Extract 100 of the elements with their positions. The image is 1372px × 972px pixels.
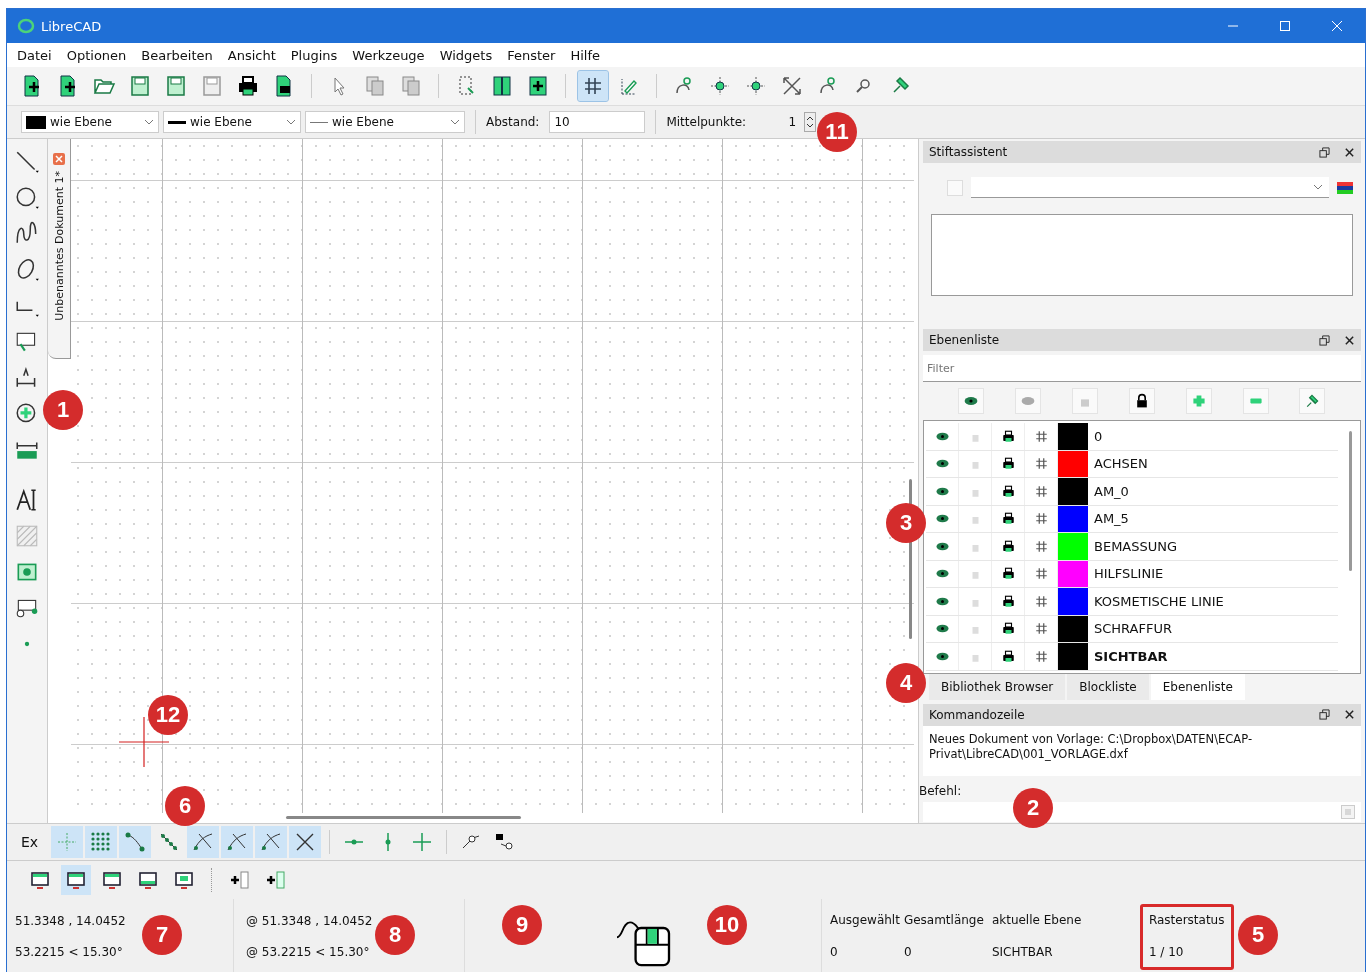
- selected-label: Ausgewählt: [830, 913, 900, 927]
- line-width-dropdown[interactable]: wie Ebene: [163, 111, 301, 133]
- hash-icon[interactable]: [1033, 593, 1049, 609]
- panel-tab[interactable]: Ebenenliste: [1150, 673, 1245, 700]
- filter-field[interactable]: Filter: [923, 355, 1361, 382]
- float-icon[interactable]: [1319, 146, 1330, 158]
- layer-name: KOSMETISCHE LINIE: [1093, 592, 1224, 611]
- hash-icon[interactable]: [1033, 621, 1049, 637]
- printer-icon[interactable]: [1000, 566, 1016, 582]
- float-icon[interactable]: [1319, 334, 1330, 346]
- wrench-icon[interactable]: [1304, 393, 1321, 409]
- chevron-down-icon[interactable]: [450, 119, 460, 125]
- grid-status-label: Rasterstatus: [1148, 913, 1225, 927]
- hash-icon[interactable]: [1033, 428, 1049, 444]
- pen-dropdown[interactable]: [971, 177, 1329, 198]
- float-icon[interactable]: [1319, 709, 1330, 720]
- distance-snap-icon[interactable]: [255, 826, 287, 858]
- edit-layer-button[interactable]: [1299, 388, 1326, 414]
- hash-icon[interactable]: [1033, 648, 1049, 664]
- spin-arrows-icon[interactable]: [804, 112, 817, 132]
- midpoints-spinbox[interactable]: 1: [784, 112, 817, 132]
- close-icon[interactable]: [1344, 146, 1355, 158]
- printer-icon[interactable]: [1000, 593, 1016, 609]
- menu-item[interactable]: Datei: [17, 47, 52, 63]
- layer-row[interactable]: BEMASSUNG: [926, 533, 1338, 561]
- hash-icon[interactable]: [1033, 511, 1049, 527]
- selected-count: 0: [830, 945, 839, 959]
- relative-polar-coordinates: @ 53.2215 < 15.30°: [246, 944, 371, 959]
- color-dropdown[interactable]: wie Ebene: [21, 111, 159, 133]
- monitor-icon[interactable]: [61, 865, 91, 895]
- layer-row[interactable]: SCHRAFFUR: [926, 615, 1338, 643]
- chevron-down-icon[interactable]: [144, 119, 154, 125]
- horizontal-scrollbar[interactable]: [286, 816, 521, 819]
- menu-item[interactable]: Hilfe: [570, 47, 600, 63]
- layer-row[interactable]: 0: [926, 423, 1338, 451]
- line-type-dropdown[interactable]: wie Ebene: [305, 111, 465, 133]
- absolute-polar-coordinates: 53.2215 < 15.30°: [15, 944, 124, 959]
- maximize-icon[interactable]: [1279, 20, 1291, 32]
- line-icon[interactable]: [14, 149, 40, 175]
- current-layer-value: SICHTBAR: [991, 945, 1054, 959]
- close-icon[interactable]: [1344, 334, 1355, 346]
- layer-row[interactable]: AM_5: [926, 505, 1338, 533]
- exclusive-snap-button[interactable]: Ex: [21, 834, 49, 850]
- hash-icon[interactable]: [1033, 483, 1049, 499]
- middle-snap-icon[interactable]: [221, 826, 253, 858]
- menu-item[interactable]: Bearbeiten: [141, 47, 213, 63]
- layer-row[interactable]: ACHSEN: [926, 450, 1338, 478]
- hash-icon[interactable]: [1033, 566, 1049, 582]
- layer-name: 0: [1093, 427, 1103, 446]
- document-tab[interactable]: Unbenanntes Dokument 1*: [48, 139, 71, 359]
- window-title: LibreCAD: [41, 18, 102, 34]
- distance-label: Abstand:: [486, 115, 540, 129]
- chevron-down-icon[interactable]: [1313, 184, 1323, 190]
- midpoints-label: Mittelpunkte:: [666, 115, 748, 129]
- menu-item[interactable]: Widgets: [439, 47, 493, 63]
- endpoint-snap-icon[interactable]: [119, 826, 151, 858]
- printer-icon[interactable]: [1000, 456, 1016, 472]
- menu-item[interactable]: Plugins: [290, 47, 338, 63]
- menu-item[interactable]: Fenster: [507, 47, 556, 63]
- pen-list[interactable]: [931, 214, 1353, 296]
- layer-name: HILFSLINIE: [1093, 565, 1164, 584]
- printer-icon[interactable]: [1000, 511, 1016, 527]
- layer-name: AM_0: [1093, 482, 1129, 501]
- close-icon[interactable]: [1344, 709, 1355, 720]
- center-snap-icon[interactable]: [187, 826, 219, 858]
- panel-tab[interactable]: Blockliste: [1067, 673, 1149, 700]
- layer-row[interactable]: KOSMETISCHE LINIE: [926, 588, 1338, 616]
- panel-tab[interactable]: Bibliothek Browser: [929, 673, 1066, 700]
- layer-name: SCHRAFFUR: [1093, 620, 1172, 639]
- grid-snap-icon[interactable]: [85, 826, 117, 858]
- lock-all-button[interactable]: [1128, 388, 1155, 414]
- grid-status-value: 1 / 10: [1148, 945, 1185, 959]
- menu-item[interactable]: Optionen: [66, 47, 127, 63]
- color-palette-icon[interactable]: [1337, 181, 1353, 194]
- grid-icon[interactable]: [578, 71, 608, 101]
- layer-row[interactable]: HILFSLINIE: [926, 560, 1338, 588]
- current-layer-label: aktuelle Ebene: [991, 913, 1083, 927]
- hash-icon[interactable]: [1033, 456, 1049, 472]
- printer-icon[interactable]: [1000, 621, 1016, 637]
- layer-row[interactable]: SICHTBAR: [926, 643, 1338, 671]
- command-prompt-label: Befehl:: [919, 783, 963, 798]
- layer-name: SICHTBAR: [1093, 647, 1168, 666]
- hash-icon[interactable]: [1033, 538, 1049, 554]
- layer-row[interactable]: AM_0: [926, 478, 1338, 506]
- printer-icon[interactable]: [1000, 538, 1016, 554]
- circle-icon[interactable]: [14, 185, 40, 211]
- intersection-snap-icon[interactable]: [289, 826, 321, 858]
- menu-item[interactable]: Ansicht: [227, 47, 276, 63]
- menu-item[interactable]: Werkzeuge: [352, 47, 425, 63]
- vertical-scrollbar[interactable]: [1349, 431, 1352, 571]
- show-all-button[interactable]: [958, 388, 985, 414]
- chevron-down-icon[interactable]: [286, 119, 296, 125]
- app-logo-icon: [17, 18, 35, 34]
- printer-icon[interactable]: [1000, 483, 1016, 499]
- printer-icon[interactable]: [1000, 648, 1016, 664]
- printer-icon[interactable]: [1000, 428, 1016, 444]
- command-field[interactable]: [923, 801, 1361, 822]
- command-output: Neues Dokument von Vorlage: C:\Dropbox\DATEN\ECAP-Privat\LibreCAD\001_VORLAGE.dxf: [923, 725, 1361, 776]
- layer-name: ACHSEN: [1093, 455, 1148, 474]
- distance-field[interactable]: 10: [549, 111, 646, 133]
